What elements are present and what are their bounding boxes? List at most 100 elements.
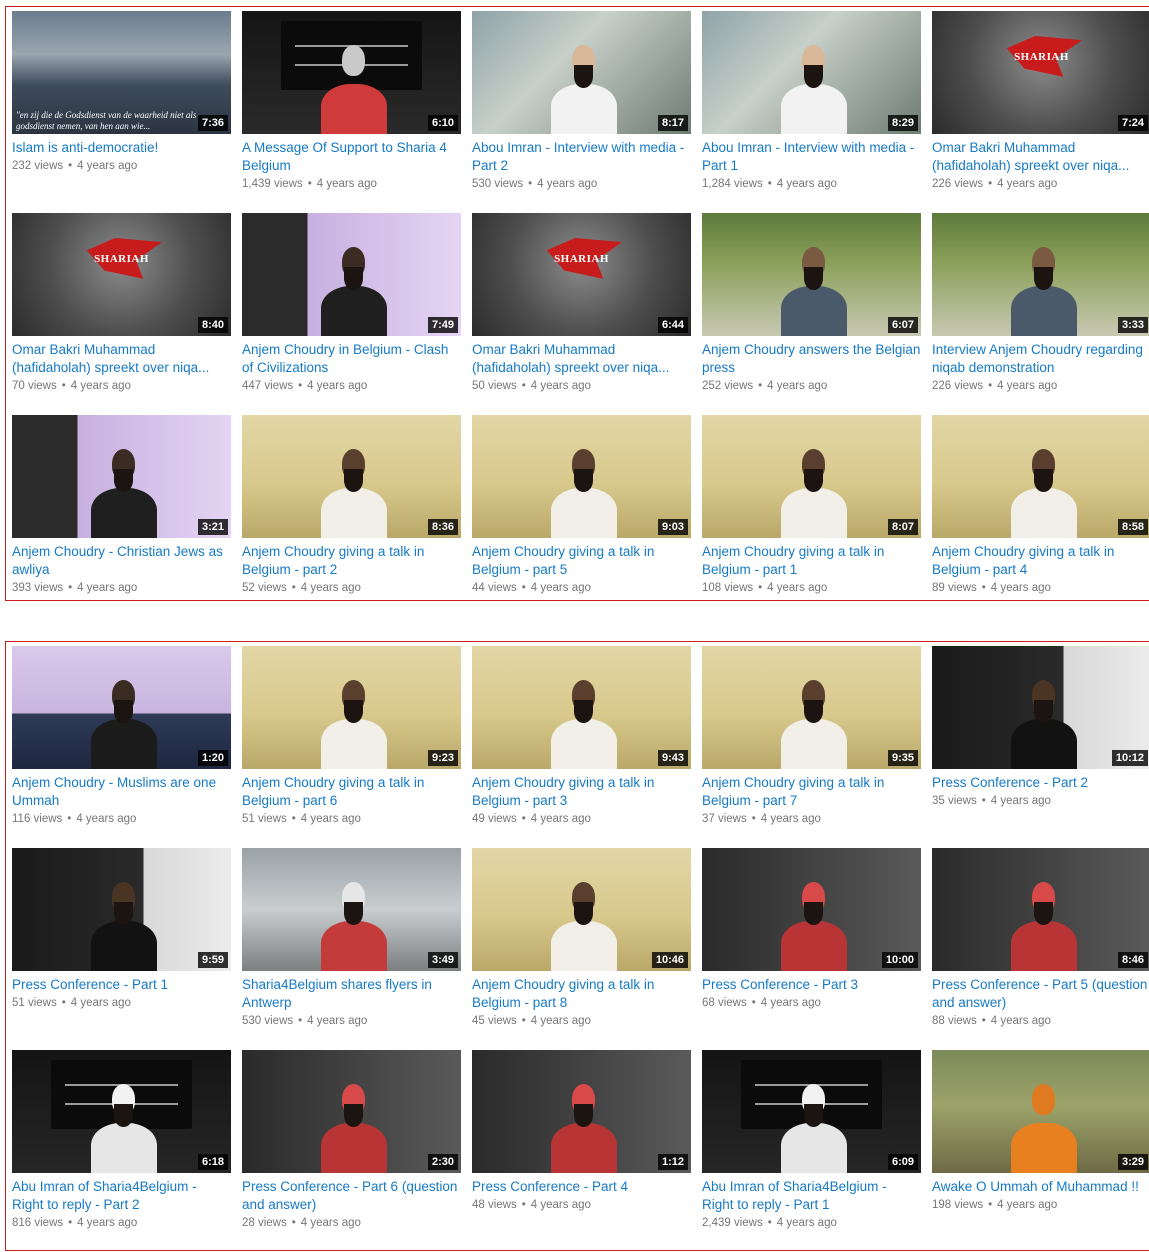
video-thumbnail[interactable]: 3:33 [932, 213, 1149, 336]
video-thumbnail[interactable]: 3:29 [932, 1050, 1149, 1173]
person-body [320, 488, 387, 538]
video-title-link[interactable]: Anjem Choudry - Christian Jews as awliya [12, 543, 231, 579]
video-thumbnail[interactable]: 9:43 [472, 646, 691, 769]
video-title-link[interactable]: Anjem Choudry answers the Belgian press [702, 341, 921, 377]
video-card: 10:00 Press Conference - Part 3 68 views • 4… [702, 848, 921, 1050]
upload-age: 4 years ago [776, 178, 837, 190]
video-meta: 51 views • 4 years ago [242, 811, 461, 827]
logo-text: SHARIAH [554, 252, 609, 265]
video-card: 9:23 Anjem Choudry giving a talk in Belgi… [242, 646, 461, 848]
video-title-link[interactable]: A Message Of Support to Sharia 4 Belgium [242, 139, 461, 175]
person-figure [780, 680, 847, 769]
video-title-link[interactable]: Anjem Choudry in Belgium - Clash of Civi… [242, 341, 461, 377]
shariah-belgium-logo: SHARIAH [60, 230, 183, 287]
video-grid: 1:20 Anjem Choudry - Muslims are one Umma… [12, 646, 1149, 1252]
meta-separator: • [988, 1199, 993, 1211]
video-thumbnail[interactable]: 8:29 [702, 11, 921, 134]
video-title-link[interactable]: Press Conference - Part 2 [932, 774, 1149, 792]
video-thumbnail[interactable]: 1:20 [12, 646, 231, 769]
view-count: 35 views [932, 795, 977, 807]
video-title-link[interactable]: Awake O Ummah of Muhammad !! [932, 1178, 1149, 1196]
video-thumbnail[interactable]: 6:10 [242, 11, 461, 134]
video-thumbnail[interactable]: 8:17 [472, 11, 691, 134]
video-thumbnail[interactable]: 3:21 [12, 415, 231, 538]
video-thumbnail[interactable]: 6:18 [12, 1050, 231, 1173]
video-thumbnail[interactable]: SHARIAH 6:44 [472, 213, 691, 336]
view-count: 116 views [12, 813, 63, 825]
person-body [550, 719, 617, 769]
video-title-link[interactable]: Omar Bakri Muhammad (hafidaholah) spreek… [12, 341, 231, 377]
video-title-link[interactable]: Omar Bakri Muhammad (hafidaholah) spreek… [472, 341, 691, 377]
video-thumbnail[interactable]: 10:00 [702, 848, 921, 971]
video-title-link[interactable]: Press Conference - Part 1 [12, 976, 231, 994]
video-thumbnail[interactable]: 9:03 [472, 415, 691, 538]
video-title-link[interactable]: Anjem Choudry giving a talk in Belgium -… [242, 543, 461, 579]
video-title-link[interactable]: Abou Imran - Interview with media - Part… [472, 139, 691, 175]
meta-separator: • [981, 582, 986, 594]
video-thumbnail[interactable]: 1:12 [472, 1050, 691, 1173]
person-body [1010, 719, 1077, 769]
video-thumbnail[interactable]: 6:09 [702, 1050, 921, 1173]
video-meta: 530 views • 4 years ago [242, 1013, 461, 1029]
video-title-link[interactable]: Abou Imran - Interview with media - Part… [702, 139, 921, 175]
video-title-link[interactable]: Abu Imran of Sharia4Belgium - Right to r… [702, 1178, 921, 1214]
video-meta: 68 views • 4 years ago [702, 995, 921, 1011]
video-title-link[interactable]: Anjem Choudry giving a talk in Belgium -… [472, 543, 691, 579]
video-thumbnail[interactable]: 10:12 [932, 646, 1149, 769]
video-thumbnail[interactable]: 6:07 [702, 213, 921, 336]
video-title-link[interactable]: Anjem Choudry giving a talk in Belgium -… [702, 543, 921, 579]
video-thumbnail[interactable]: 9:23 [242, 646, 461, 769]
video-title-link[interactable]: Omar Bakri Muhammad (hafidaholah) spreek… [932, 139, 1149, 175]
video-thumbnail[interactable]: 2:30 [242, 1050, 461, 1173]
shariah-belgium-logo: SHARIAH [980, 28, 1103, 85]
video-title-link[interactable]: Abu Imran of Sharia4Belgium - Right to r… [12, 1178, 231, 1214]
person-figure [1010, 882, 1077, 971]
video-thumbnail[interactable]: 8:46 [932, 848, 1149, 971]
video-thumbnail[interactable]: 9:35 [702, 646, 921, 769]
video-title-link[interactable]: Islam is anti-democratie! [12, 139, 231, 157]
video-thumbnail[interactable]: 10:46 [472, 848, 691, 971]
upload-age: 4 years ago [300, 1217, 361, 1229]
video-title-link[interactable]: Press Conference - Part 6 (question and … [242, 1178, 461, 1214]
video-title-link[interactable]: Sharia4Belgium shares flyers in Antwerp [242, 976, 461, 1012]
upload-age: 4 years ago [300, 582, 361, 594]
person-beard [114, 1103, 133, 1127]
video-title-link[interactable]: Press Conference - Part 4 [472, 1178, 691, 1196]
video-title-link[interactable]: Anjem Choudry giving a talk in Belgium -… [472, 976, 691, 1012]
video-title-link[interactable]: Anjem Choudry giving a talk in Belgium -… [932, 543, 1149, 579]
person-body [90, 719, 157, 769]
person-figure [90, 882, 157, 971]
video-grid: "en zij die de Godsdienst van de waarhei… [12, 11, 1149, 617]
video-thumbnail[interactable]: "en zij die de Godsdienst van de waarhei… [12, 11, 231, 134]
video-thumbnail[interactable]: 7:49 [242, 213, 461, 336]
video-title-link[interactable]: Anjem Choudry - Muslims are one Ummah [12, 774, 231, 810]
meta-separator: • [521, 813, 526, 825]
video-title-link[interactable]: Anjem Choudry giving a talk in Belgium -… [242, 774, 461, 810]
video-title-link[interactable]: Anjem Choudry giving a talk in Belgium -… [702, 774, 921, 810]
person-beard [804, 699, 823, 723]
person-beard [1034, 468, 1053, 492]
video-thumbnail[interactable]: SHARIAH 8:40 [12, 213, 231, 336]
person-figure [320, 882, 387, 971]
video-thumbnail[interactable]: 3:49 [242, 848, 461, 971]
video-thumbnail[interactable]: SHARIAH 7:24 [932, 11, 1149, 134]
video-thumbnail[interactable]: 9:59 [12, 848, 231, 971]
meta-separator: • [521, 1199, 526, 1211]
video-title-link[interactable]: Anjem Choudry giving a talk in Belgium -… [472, 774, 691, 810]
video-title-link[interactable]: Press Conference - Part 3 [702, 976, 921, 994]
person-beard [574, 699, 593, 723]
video-title-link[interactable]: Press Conference - Part 5 (question and … [932, 976, 1149, 1012]
upload-age: 4 years ago [307, 380, 368, 392]
video-meta: 226 views • 4 years ago [932, 378, 1149, 394]
upload-age: 4 years ago [70, 997, 131, 1009]
video-card: 8:07 Anjem Choudry giving a talk in Belgi… [702, 415, 921, 617]
person-head [1031, 1084, 1056, 1115]
video-thumbnail[interactable]: 8:07 [702, 415, 921, 538]
person-figure [780, 1084, 847, 1173]
video-thumbnail[interactable]: 8:58 [932, 415, 1149, 538]
video-thumbnail[interactable]: 8:36 [242, 415, 461, 538]
meta-separator: • [291, 813, 296, 825]
meta-separator: • [767, 1217, 772, 1229]
video-title-link[interactable]: Interview Anjem Choudry regarding niqab … [932, 341, 1149, 377]
upload-age: 4 years ago [760, 813, 821, 825]
